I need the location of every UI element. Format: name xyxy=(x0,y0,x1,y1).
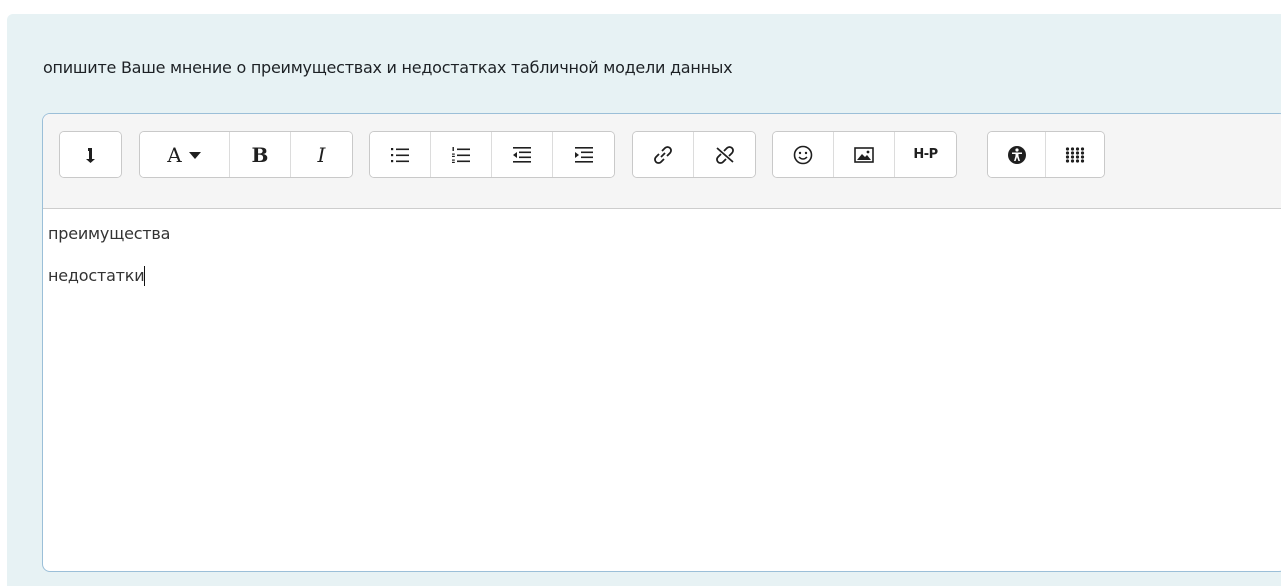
question-text: опишите Ваше мнение о преимуществах и не… xyxy=(43,58,733,77)
accessibility-checker-icon xyxy=(1007,145,1026,164)
toolbar-group-insert: H-P xyxy=(772,131,957,178)
outdent-button[interactable] xyxy=(492,132,553,177)
collapse-toolbar-icon xyxy=(85,147,95,163)
image-icon xyxy=(854,146,874,163)
h5p-button[interactable]: H-P xyxy=(895,132,956,177)
emoji-button[interactable] xyxy=(773,132,834,177)
bold-button[interactable]: B xyxy=(230,132,291,177)
toolbar-group-links xyxy=(632,131,756,178)
unlink-icon xyxy=(715,145,734,164)
text-cursor xyxy=(144,266,146,286)
editor-toolbar: A B I H-P xyxy=(43,114,1281,209)
toolbar-group-tools xyxy=(987,131,1105,178)
equation-editor-icon xyxy=(1065,146,1085,163)
content-line-disadvantages-text: недостатки xyxy=(48,266,145,285)
italic-button[interactable]: I xyxy=(291,132,352,177)
bold-icon: B xyxy=(251,142,269,167)
rich-text-editor[interactable]: A B I H-P преимущества недостатки xyxy=(42,113,1281,572)
content-line-advantages: преимущества xyxy=(48,224,171,243)
text-style-dropdown-button[interactable]: A xyxy=(140,132,230,177)
h5p-icon: H-P xyxy=(913,147,938,162)
image-button[interactable] xyxy=(834,132,895,177)
unordered-list-icon xyxy=(391,147,409,162)
emoji-icon xyxy=(793,145,813,164)
italic-icon: I xyxy=(317,142,326,167)
toolbar-group-collapse xyxy=(59,131,122,178)
content-line-disadvantages: недостатки xyxy=(48,266,1281,286)
outdent-icon xyxy=(513,146,531,163)
toolbar-group-lists xyxy=(369,131,615,178)
accessibility-checker-button[interactable] xyxy=(988,132,1046,177)
text-style-dropdown-icon: A xyxy=(167,142,182,167)
chevron-down-icon xyxy=(188,151,201,159)
equation-editor-button[interactable] xyxy=(1046,132,1104,177)
link-icon xyxy=(654,145,672,164)
link-button[interactable] xyxy=(633,132,694,177)
ordered-list-icon xyxy=(452,146,470,163)
indent-icon xyxy=(574,146,593,163)
editor-content-area[interactable]: преимущества недостатки xyxy=(43,209,1281,571)
indent-button[interactable] xyxy=(553,132,614,177)
toolbar-group-font: A B I xyxy=(139,131,353,178)
unlink-button[interactable] xyxy=(694,132,755,177)
ordered-list-button[interactable] xyxy=(431,132,492,177)
unordered-list-button[interactable] xyxy=(370,132,431,177)
collapse-toolbar-button[interactable] xyxy=(60,132,121,177)
